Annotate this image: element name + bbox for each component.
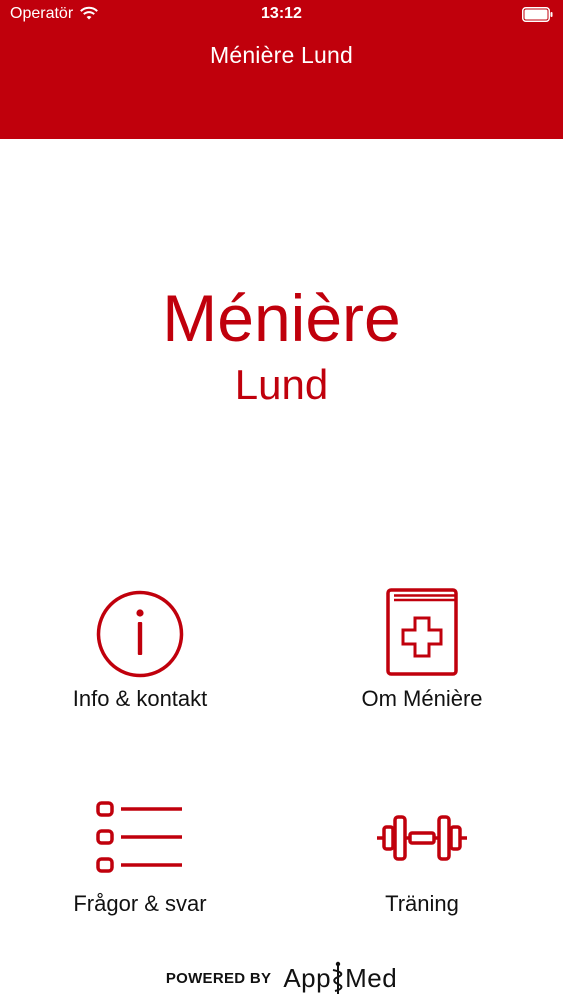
info-icon <box>96 590 184 678</box>
medical-book-icon <box>386 588 458 676</box>
logo-subtitle: Lund <box>234 361 329 408</box>
dumbbell-icon <box>377 815 467 861</box>
list-icon <box>96 801 182 873</box>
status-bar: Operatör 13:12 <box>0 0 563 30</box>
powered-by-footer: POWERED BY App Med <box>0 958 563 998</box>
menu-item-om-meniere[interactable]: Om Ménière <box>292 585 552 745</box>
menu-item-traning[interactable]: Träning <box>292 790 552 950</box>
brand-text-right: Med <box>345 962 398 993</box>
menu-item-label: Om Ménière <box>361 686 483 711</box>
nav-header: Operatör 13:12 Ménière Lund <box>0 0 563 139</box>
powered-by-label: POWERED BY <box>165 969 272 987</box>
menu-item-info-kontakt[interactable]: Info & kontakt <box>10 585 270 745</box>
brand-text-left: App <box>283 962 332 993</box>
status-time: 13:12 <box>261 5 302 22</box>
battery-icon <box>522 7 553 22</box>
appmed-logo: App Med <box>283 961 397 995</box>
menu-item-label: Frågor & svar <box>73 891 207 916</box>
nav-title: Ménière Lund <box>209 42 354 68</box>
app-screen: Operatör 13:12 Ménière Lund Ménière Lund <box>0 0 563 1000</box>
menu-item-fragor-svar[interactable]: Frågor & svar <box>10 790 270 950</box>
menu-item-label: Info & kontakt <box>72 686 208 711</box>
menu-item-label: Träning <box>385 891 459 916</box>
logo-title: Ménière <box>162 281 401 355</box>
